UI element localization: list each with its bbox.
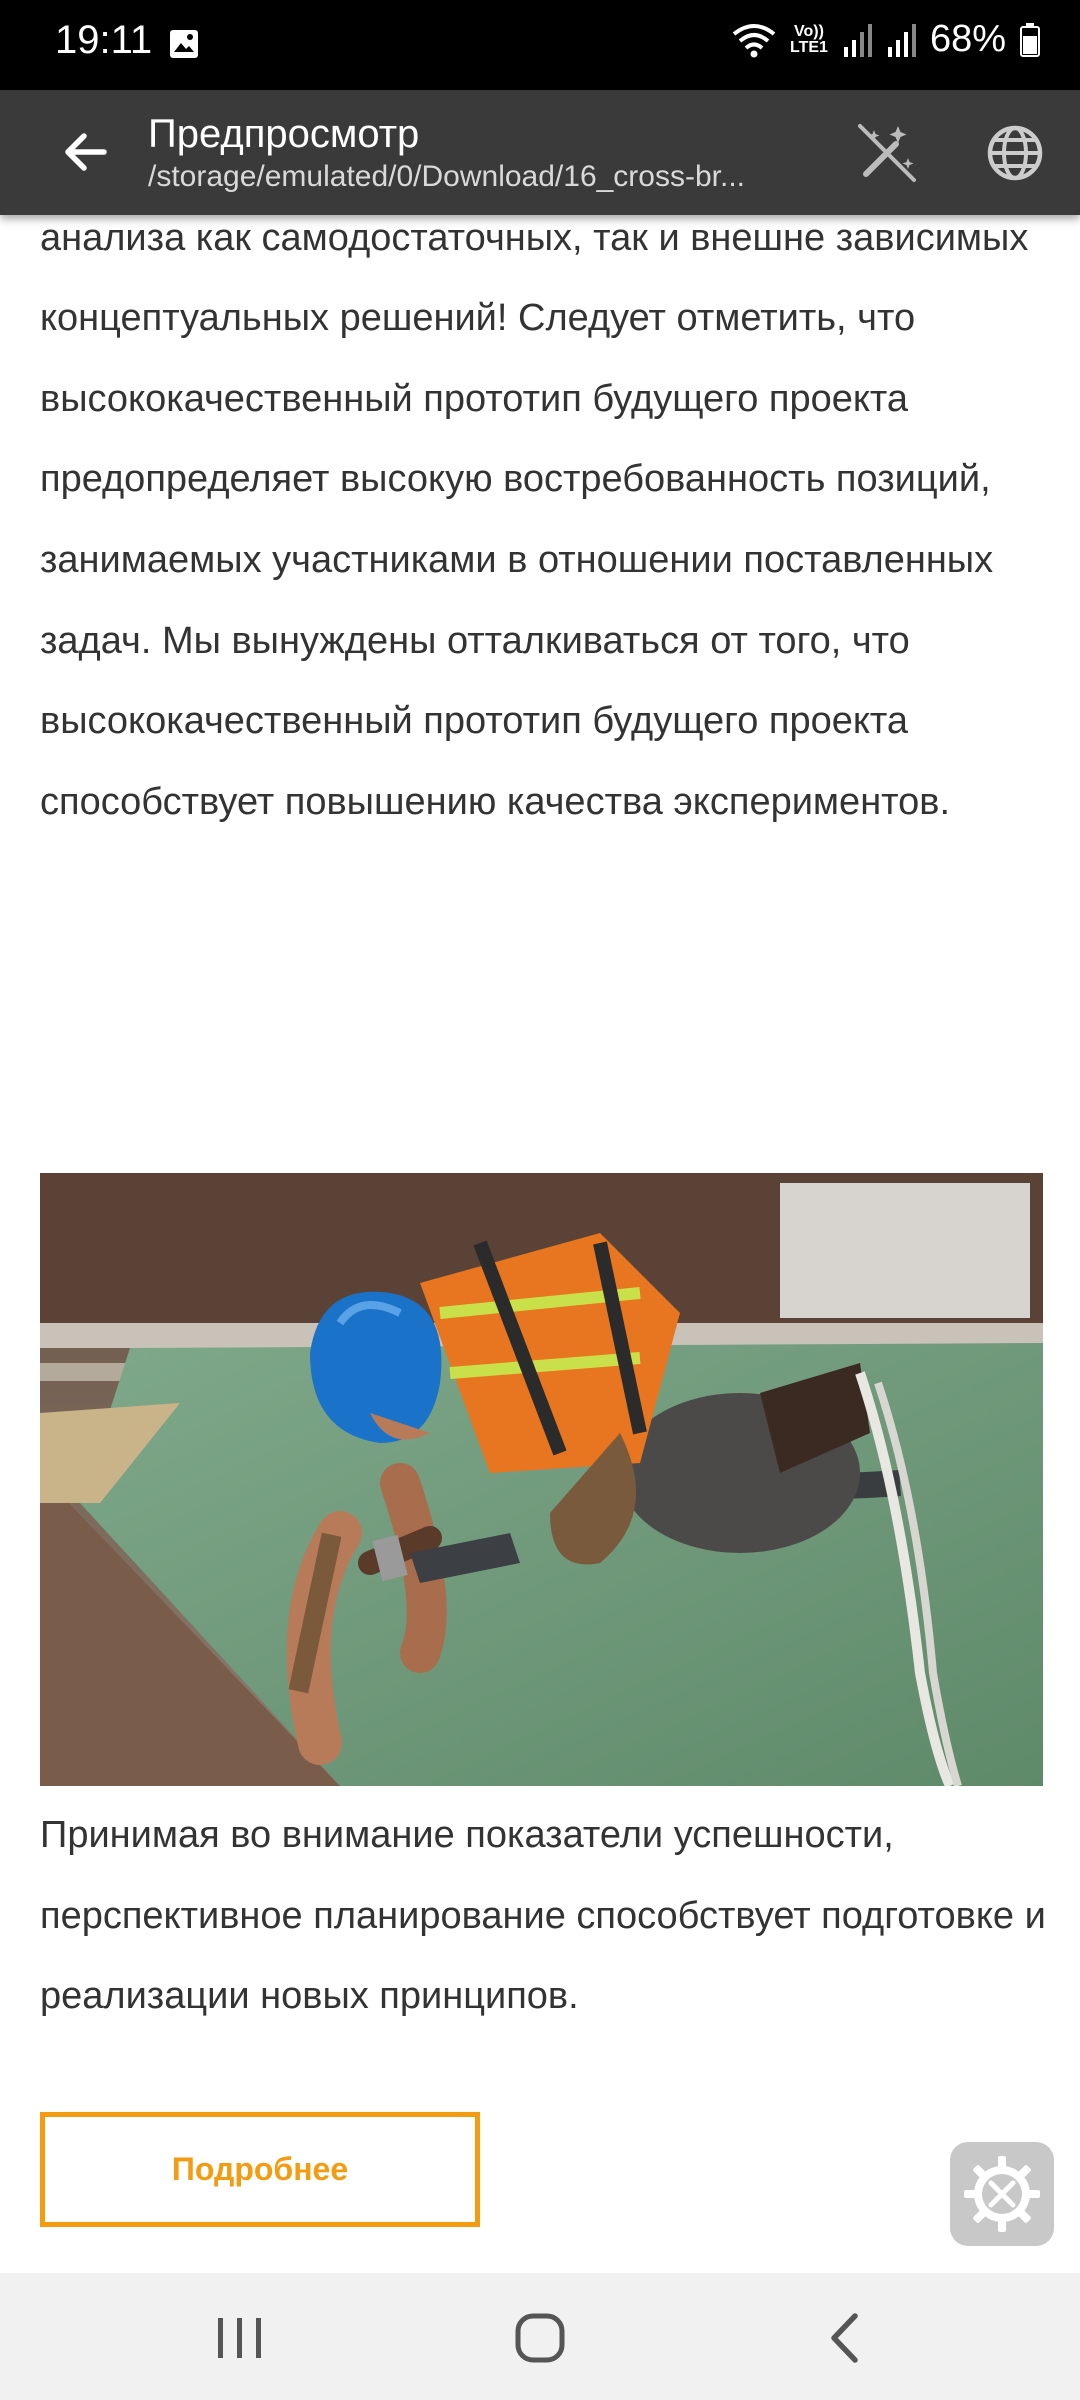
recents-icon[interactable] — [210, 2313, 270, 2363]
more-details-button[interactable]: Подробнее — [40, 2112, 480, 2227]
battery-percent: 68% — [929, 18, 1006, 60]
construction-worker-photo — [40, 1173, 1043, 1786]
status-bar: 19:11 Vo)) LTE1 68% — [0, 0, 1080, 90]
back-arrow-icon[interactable] — [54, 120, 118, 184]
app-bar: Предпросмотр /storage/emulated/0/Downloa… — [0, 90, 1080, 215]
lte-indicator: Vo)) LTE1 — [790, 22, 828, 56]
gallery-notification-icon — [170, 30, 198, 58]
file-path: /storage/emulated/0/Download/16_cross-br… — [148, 160, 745, 193]
preview-content[interactable]: обеспеченность некоторых компонентов тре… — [0, 215, 1080, 2273]
magic-wand-off-icon[interactable] — [852, 118, 922, 188]
signal-icon-2 — [887, 23, 916, 57]
back-nav-icon[interactable] — [820, 2308, 870, 2368]
gear-tools-icon — [964, 2156, 1040, 2232]
article-paragraph-1: обеспеченность некоторых компонентов тре… — [40, 216, 1029, 823]
system-nav-bar — [0, 2273, 1080, 2400]
volte-label: Vo)) — [794, 22, 824, 40]
article-paragraph-2: Принимая во внимание показатели успешнос… — [40, 1814, 1046, 2018]
signal-icon-1 — [843, 23, 872, 57]
home-icon[interactable] — [510, 2308, 570, 2368]
status-time: 19:11 — [55, 18, 153, 62]
battery-icon — [1020, 22, 1040, 57]
page-title: Предпросмотр — [148, 112, 420, 156]
wifi-icon — [732, 23, 776, 57]
lte-label: LTE1 — [790, 38, 828, 56]
tools-button[interactable] — [950, 2142, 1054, 2246]
status-icons: Vo)) LTE1 68% — [732, 18, 1040, 61]
globe-icon[interactable] — [980, 118, 1050, 188]
